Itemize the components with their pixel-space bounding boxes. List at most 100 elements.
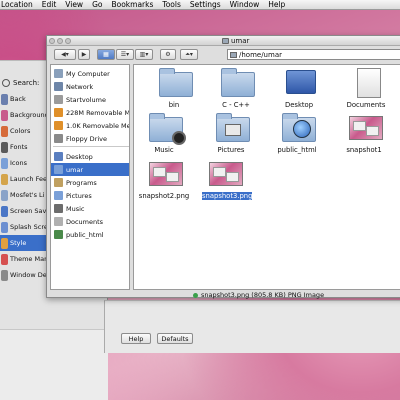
menu-view[interactable]: View <box>65 0 83 9</box>
location-text: /home/umar <box>239 50 282 59</box>
settings-item-label: Back <box>10 95 26 103</box>
menu-help[interactable]: Help <box>268 0 285 9</box>
settings-item[interactable]: Icons <box>0 155 46 171</box>
menu-settings[interactable]: Settings <box>190 0 221 9</box>
window-controls <box>49 38 71 44</box>
file-item[interactable]: snapshot2.png <box>134 159 194 209</box>
background-icon <box>1 109 8 121</box>
hard-drive-icon <box>54 95 63 104</box>
pictures-icon <box>54 191 63 200</box>
menu-edit[interactable]: Edit <box>42 0 57 9</box>
file-name: C - C++ <box>222 101 250 109</box>
settings-item[interactable]: Screen Sav <box>0 203 46 219</box>
screensaver-icon <box>1 205 8 217</box>
sidebar-item[interactable]: Desktop <box>51 150 129 163</box>
menu-go[interactable]: Go <box>92 0 102 9</box>
sidebar-item-label: 228M Removable Media <box>66 108 130 117</box>
sidebar-item[interactable]: Startvolume <box>51 93 129 106</box>
settings-item[interactable]: Style <box>0 235 46 251</box>
colors-icon <box>1 125 8 137</box>
drive-icon <box>230 51 237 58</box>
file-name: Documents <box>346 101 386 109</box>
sidebar-item-label: Documents <box>66 217 104 226</box>
sidebar-item[interactable]: Network <box>51 80 129 93</box>
settings-item[interactable]: Fonts <box>0 139 46 155</box>
menu-location[interactable]: Location <box>1 0 33 9</box>
music-icon <box>54 204 63 213</box>
sidebar-item[interactable]: Documents <box>51 215 129 228</box>
image-thumbnail-icon <box>347 113 383 143</box>
forward-button[interactable]: ▶ <box>78 49 90 60</box>
file-item[interactable]: snapshot3.png <box>194 159 254 209</box>
settings-item-label: Style <box>10 239 27 247</box>
file-item[interactable]: Documents <box>336 68 396 118</box>
sidebar-item[interactable]: umar <box>51 163 129 176</box>
style-icon <box>1 237 8 249</box>
places-sidebar: My Computer Network Startvolume 228M Remova… <box>50 64 130 290</box>
forward-arrow-icon: ▶ <box>81 51 87 58</box>
network-icon <box>54 82 63 91</box>
back-forward-button[interactable]: ◀▾ <box>54 49 76 60</box>
status-text: snapshot3.png (805.8 KB) PNG Image <box>201 291 325 299</box>
programs-icon <box>54 178 63 187</box>
file-item[interactable]: snapshot1 <box>334 113 394 163</box>
sidebar-separator <box>53 146 129 147</box>
theme-manager-icon <box>1 253 8 265</box>
maximize-icon[interactable] <box>65 38 71 44</box>
file-item[interactable]: bin <box>144 68 204 118</box>
settings-button[interactable]: ⚙ <box>160 49 176 60</box>
file-item[interactable]: Desktop <box>269 68 329 118</box>
file-item[interactable]: Pictures <box>201 113 261 163</box>
location-bar[interactable]: /home/umar <box>227 49 400 60</box>
menu-window[interactable]: Window <box>230 0 260 9</box>
close-icon[interactable] <box>49 38 55 44</box>
documents-icon <box>349 68 385 98</box>
floppy-icon <box>54 134 63 143</box>
settings-item[interactable]: Launch Fee <box>0 171 46 187</box>
settings-item[interactable]: Background <box>0 107 46 123</box>
settings-item[interactable]: Theme Man <box>0 251 46 267</box>
removable-media-icon <box>54 108 63 117</box>
file-name: bin <box>168 101 180 109</box>
pictures-folder-icon <box>214 113 250 143</box>
minimize-icon[interactable] <box>57 38 63 44</box>
back-arrow-icon: ◀▾ <box>61 51 69 58</box>
sidebar-item[interactable]: Pictures <box>51 189 129 202</box>
column-view-button[interactable]: ▥▾ <box>135 49 153 60</box>
file-item[interactable]: Music <box>134 113 194 163</box>
icon-view-button[interactable]: ▦ <box>97 49 115 60</box>
settings-item[interactable]: Splash Scre <box>0 219 46 235</box>
list-view-button[interactable]: ☰▾ <box>116 49 134 60</box>
sidebar-item[interactable]: 1.0K Removable Media <box>51 119 130 132</box>
menu-bookmarks[interactable]: Bookmarks <box>111 0 153 9</box>
sidebar-item[interactable]: Music <box>51 202 129 215</box>
menu-tools[interactable]: Tools <box>162 0 180 9</box>
sidebar-item[interactable]: Floppy Drive <box>51 132 129 145</box>
removable-media-icon <box>54 121 63 130</box>
window-title-text: umar <box>231 37 250 45</box>
settings-item-label: Launch Fee <box>10 175 46 183</box>
file-item[interactable]: public_html <box>267 113 327 163</box>
sidebar-item-label: Desktop <box>66 152 93 161</box>
sidebar-item[interactable]: public_html <box>51 228 129 241</box>
settings-item[interactable]: Mosfet's Li <box>0 187 46 203</box>
defaults-button[interactable]: Defaults <box>157 333 193 344</box>
title-bar[interactable]: umar <box>47 36 400 46</box>
file-item[interactable]: C - C++ <box>206 68 266 118</box>
settings-item[interactable]: Colors <box>0 123 46 139</box>
up-button[interactable]: ⏶▾ <box>180 49 198 60</box>
settings-item-label: Splash Scre <box>10 223 46 231</box>
sidebar-item[interactable]: 228M Removable Media <box>51 106 130 119</box>
folder-icon <box>157 68 193 98</box>
help-button[interactable]: Help <box>121 333 151 344</box>
home-folder-icon <box>54 165 63 174</box>
sidebar-item-label: 1.0K Removable Media <box>66 121 130 130</box>
sidebar-item-label: public_html <box>66 230 104 239</box>
sidebar-item[interactable]: Programs <box>51 176 129 189</box>
file-name: Desktop <box>284 101 314 109</box>
settings-item-label: Theme Man <box>10 255 46 263</box>
settings-item[interactable]: Window De <box>0 267 46 283</box>
sidebar-item[interactable]: My Computer <box>51 67 129 80</box>
file-view: bin C - C++ Desktop Documents Music Pictures p… <box>133 64 400 290</box>
settings-item[interactable]: Back <box>0 91 46 107</box>
